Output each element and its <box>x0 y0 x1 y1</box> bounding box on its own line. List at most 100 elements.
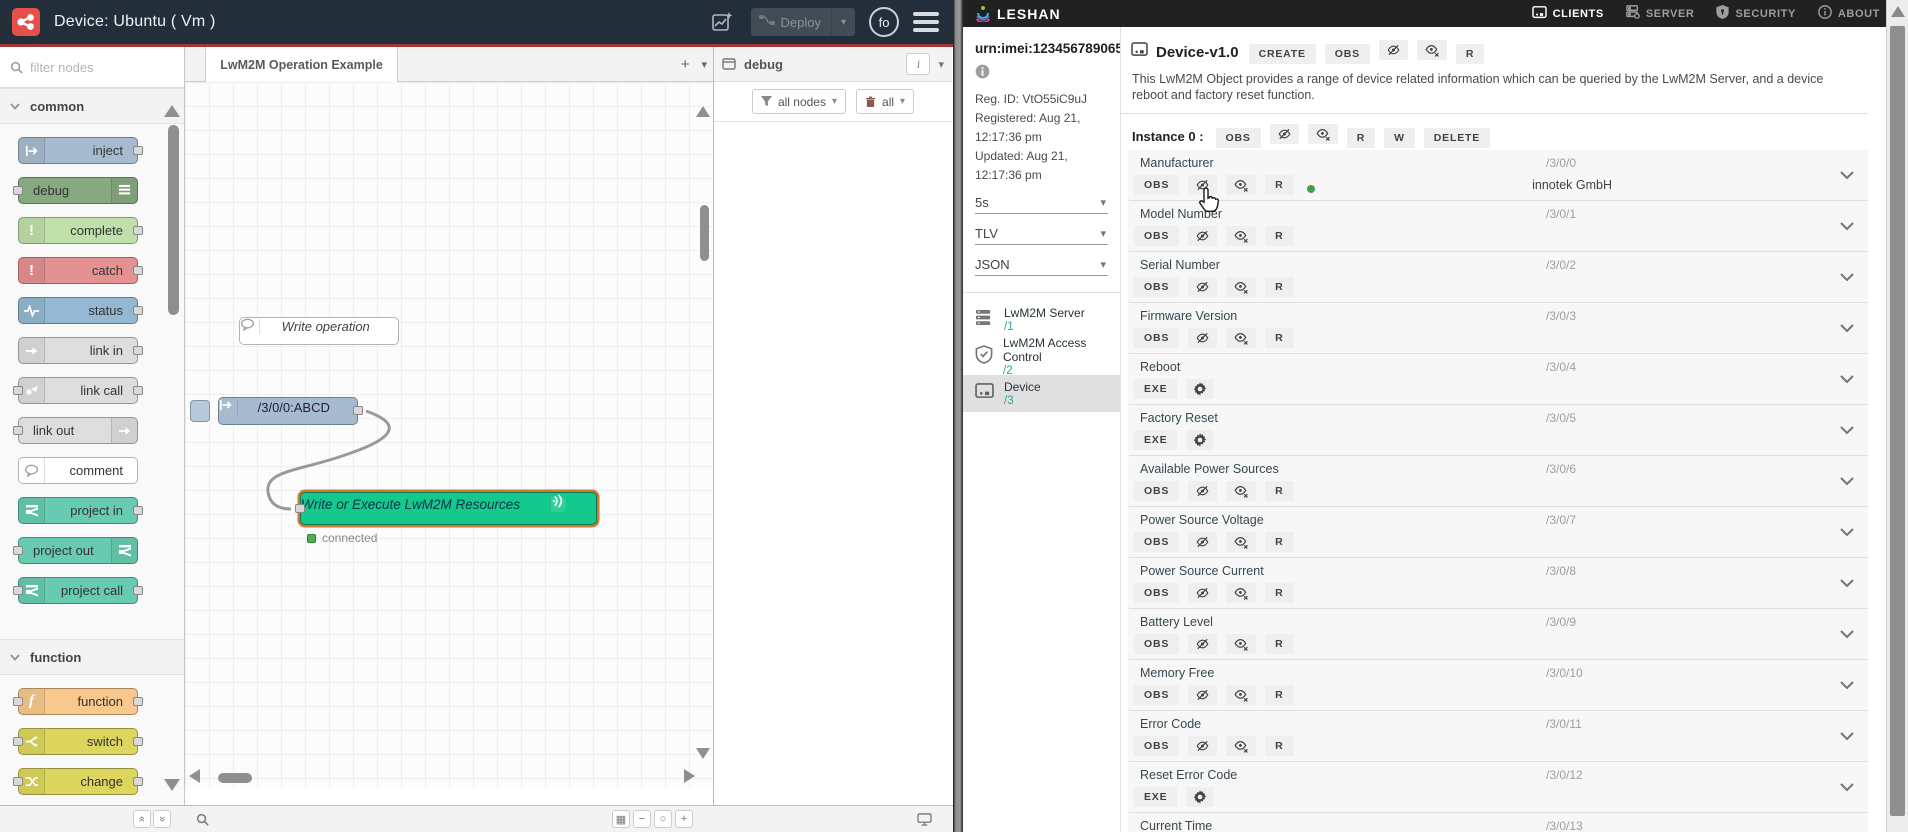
r-button[interactable]: R <box>1265 481 1294 501</box>
exe-button[interactable]: EXE <box>1134 787 1178 807</box>
canvas-scroll-down-icon[interactable] <box>696 748 710 759</box>
scrollbar-thumb[interactable] <box>1890 26 1905 816</box>
expand-chevron-icon[interactable] <box>1839 422 1855 440</box>
eye-x-button[interactable] <box>1226 175 1257 195</box>
eye-off-button[interactable] <box>1188 685 1218 705</box>
r-button[interactable]: R <box>1265 685 1294 705</box>
deploy-caret-icon[interactable]: ▾ <box>831 8 855 36</box>
expand-chevron-icon[interactable] <box>1839 779 1855 797</box>
expand-categories-button[interactable]: » <box>153 810 171 828</box>
expand-chevron-icon[interactable] <box>1839 524 1855 542</box>
palette-scrollbar[interactable] <box>168 125 179 315</box>
browser-scrollbar[interactable] <box>1886 0 1908 832</box>
canvas-scroll-up-icon[interactable] <box>696 106 710 117</box>
palette-node-link-in[interactable]: link in <box>18 337 143 364</box>
palette-node-link-out[interactable]: link out <box>13 417 138 444</box>
nav-clients[interactable]: CLIENTS <box>1531 5 1604 22</box>
input-port[interactable] <box>295 503 305 513</box>
inject-node[interactable]: /3/0/0:ABCD <box>218 397 363 425</box>
palette-node-inject[interactable]: inject <box>18 137 143 164</box>
palette-scroll-up-icon[interactable] <box>164 105 180 117</box>
eye-off-button[interactable] <box>1188 736 1218 756</box>
canvas-scroll-left-icon[interactable] <box>189 769 200 783</box>
tab-lwm2m-operation-example[interactable]: LwM2M Operation Example <box>205 47 398 82</box>
obs-button[interactable]: OBS <box>1134 481 1180 501</box>
obs-button[interactable]: OBS <box>1134 328 1180 348</box>
eye-x-button[interactable] <box>1226 634 1257 654</box>
eye-x-button[interactable] <box>1226 481 1257 501</box>
palette-node-comment[interactable]: comment <box>18 457 138 484</box>
eye-off-button[interactable] <box>1188 583 1218 603</box>
gear-button[interactable] <box>1186 787 1215 807</box>
flow-canvas[interactable]: Write operation /3/0/0:ABCD Write or Exe… <box>185 82 713 787</box>
exe-button[interactable]: EXE <box>1134 430 1178 450</box>
export-flow-icon[interactable] <box>707 7 737 37</box>
r-button[interactable]: R <box>1265 226 1294 246</box>
select-tlv[interactable]: TLV ▾ <box>975 223 1108 245</box>
nav-security[interactable]: SECURITY <box>1716 5 1795 22</box>
flow-list-caret-icon[interactable]: ▾ <box>701 58 707 71</box>
eye-x-button[interactable] <box>1226 532 1257 552</box>
r-button[interactable]: R <box>1265 277 1294 297</box>
expand-chevron-icon[interactable] <box>1839 218 1855 236</box>
expand-chevron-icon[interactable] <box>1839 575 1855 593</box>
obs-button[interactable]: OBS <box>1324 44 1370 64</box>
palette-node-link-call[interactable]: link call <box>13 377 143 404</box>
lwm2m-write-execute-node[interactable]: Write or Execute LwM2M Resources <box>295 492 597 525</box>
r-button[interactable]: R <box>1265 736 1294 756</box>
gear-button[interactable] <box>1186 379 1215 399</box>
r-button[interactable]: R <box>1455 44 1485 64</box>
inject-trigger-button[interactable] <box>190 400 210 422</box>
eye-off-button[interactable] <box>1188 277 1218 297</box>
select-json[interactable]: JSON ▾ <box>975 254 1108 276</box>
expand-chevron-icon[interactable] <box>1839 677 1855 695</box>
expand-chevron-icon[interactable] <box>1839 728 1855 746</box>
scrollbar-up-icon[interactable] <box>1891 6 1905 17</box>
debug-filter-select[interactable]: all nodes ▾ <box>751 89 847 114</box>
r-button[interactable]: R <box>1265 175 1294 195</box>
palette-node-complete[interactable]: ! complete <box>18 217 143 244</box>
canvas-horizontal-scrollbar[interactable] <box>218 773 252 783</box>
palette-category-common[interactable]: common <box>0 88 184 124</box>
expand-chevron-icon[interactable] <box>1839 626 1855 644</box>
node-help-button[interactable]: i <box>906 53 931 75</box>
window-divider[interactable] <box>953 0 963 832</box>
obs-button[interactable]: OBS <box>1134 277 1180 297</box>
add-flow-button[interactable]: + <box>681 56 690 73</box>
w-button[interactable]: W <box>1384 128 1415 148</box>
obs-button[interactable]: OBS <box>1134 685 1180 705</box>
palette-node-debug[interactable]: debug <box>13 177 138 204</box>
palette-category-function[interactable]: function <box>0 639 184 675</box>
eye-x-button[interactable] <box>1226 328 1257 348</box>
palette-node-catch[interactable]: ! catch <box>18 257 143 284</box>
object-item-lwm2m-access-control[interactable]: LwM2M Access Control/2 <box>963 336 1120 377</box>
search-flows-icon[interactable] <box>193 810 211 828</box>
zoom-out-button[interactable]: − <box>633 810 651 828</box>
delete-button[interactable]: DELETE <box>1423 128 1491 148</box>
expand-chevron-icon[interactable] <box>1839 371 1855 389</box>
palette-node-project-out[interactable]: project out <box>13 537 138 564</box>
obs-button[interactable]: OBS <box>1134 736 1180 756</box>
eye-x-button[interactable] <box>1307 124 1338 144</box>
select-5s[interactable]: 5s ▾ <box>975 192 1108 214</box>
expand-chevron-icon[interactable] <box>1839 167 1855 185</box>
eye-off-button[interactable] <box>1269 124 1299 144</box>
expand-chevron-icon[interactable] <box>1839 320 1855 338</box>
eye-x-button[interactable] <box>1416 40 1447 60</box>
r-button[interactable]: R <box>1265 532 1294 552</box>
nav-about[interactable]: ABOUT <box>1818 5 1880 22</box>
obs-button[interactable]: OBS <box>1134 532 1180 552</box>
eye-off-button[interactable] <box>1188 481 1218 501</box>
user-avatar[interactable]: fo <box>869 7 899 37</box>
obs-button[interactable]: OBS <box>1215 128 1261 148</box>
eye-off-button[interactable] <box>1378 40 1408 60</box>
r-button[interactable]: R <box>1265 328 1294 348</box>
navigator-button[interactable]: ▦ <box>612 810 630 828</box>
eye-off-button[interactable] <box>1188 328 1218 348</box>
palette-node-status[interactable]: status <box>18 297 143 324</box>
object-item-lwm2m-server[interactable]: LwM2M Server/1 <box>963 301 1120 338</box>
eye-off-button[interactable] <box>1188 175 1218 195</box>
exe-button[interactable]: EXE <box>1134 379 1178 399</box>
eye-x-button[interactable] <box>1226 226 1257 246</box>
palette-filter-input[interactable] <box>30 59 150 75</box>
